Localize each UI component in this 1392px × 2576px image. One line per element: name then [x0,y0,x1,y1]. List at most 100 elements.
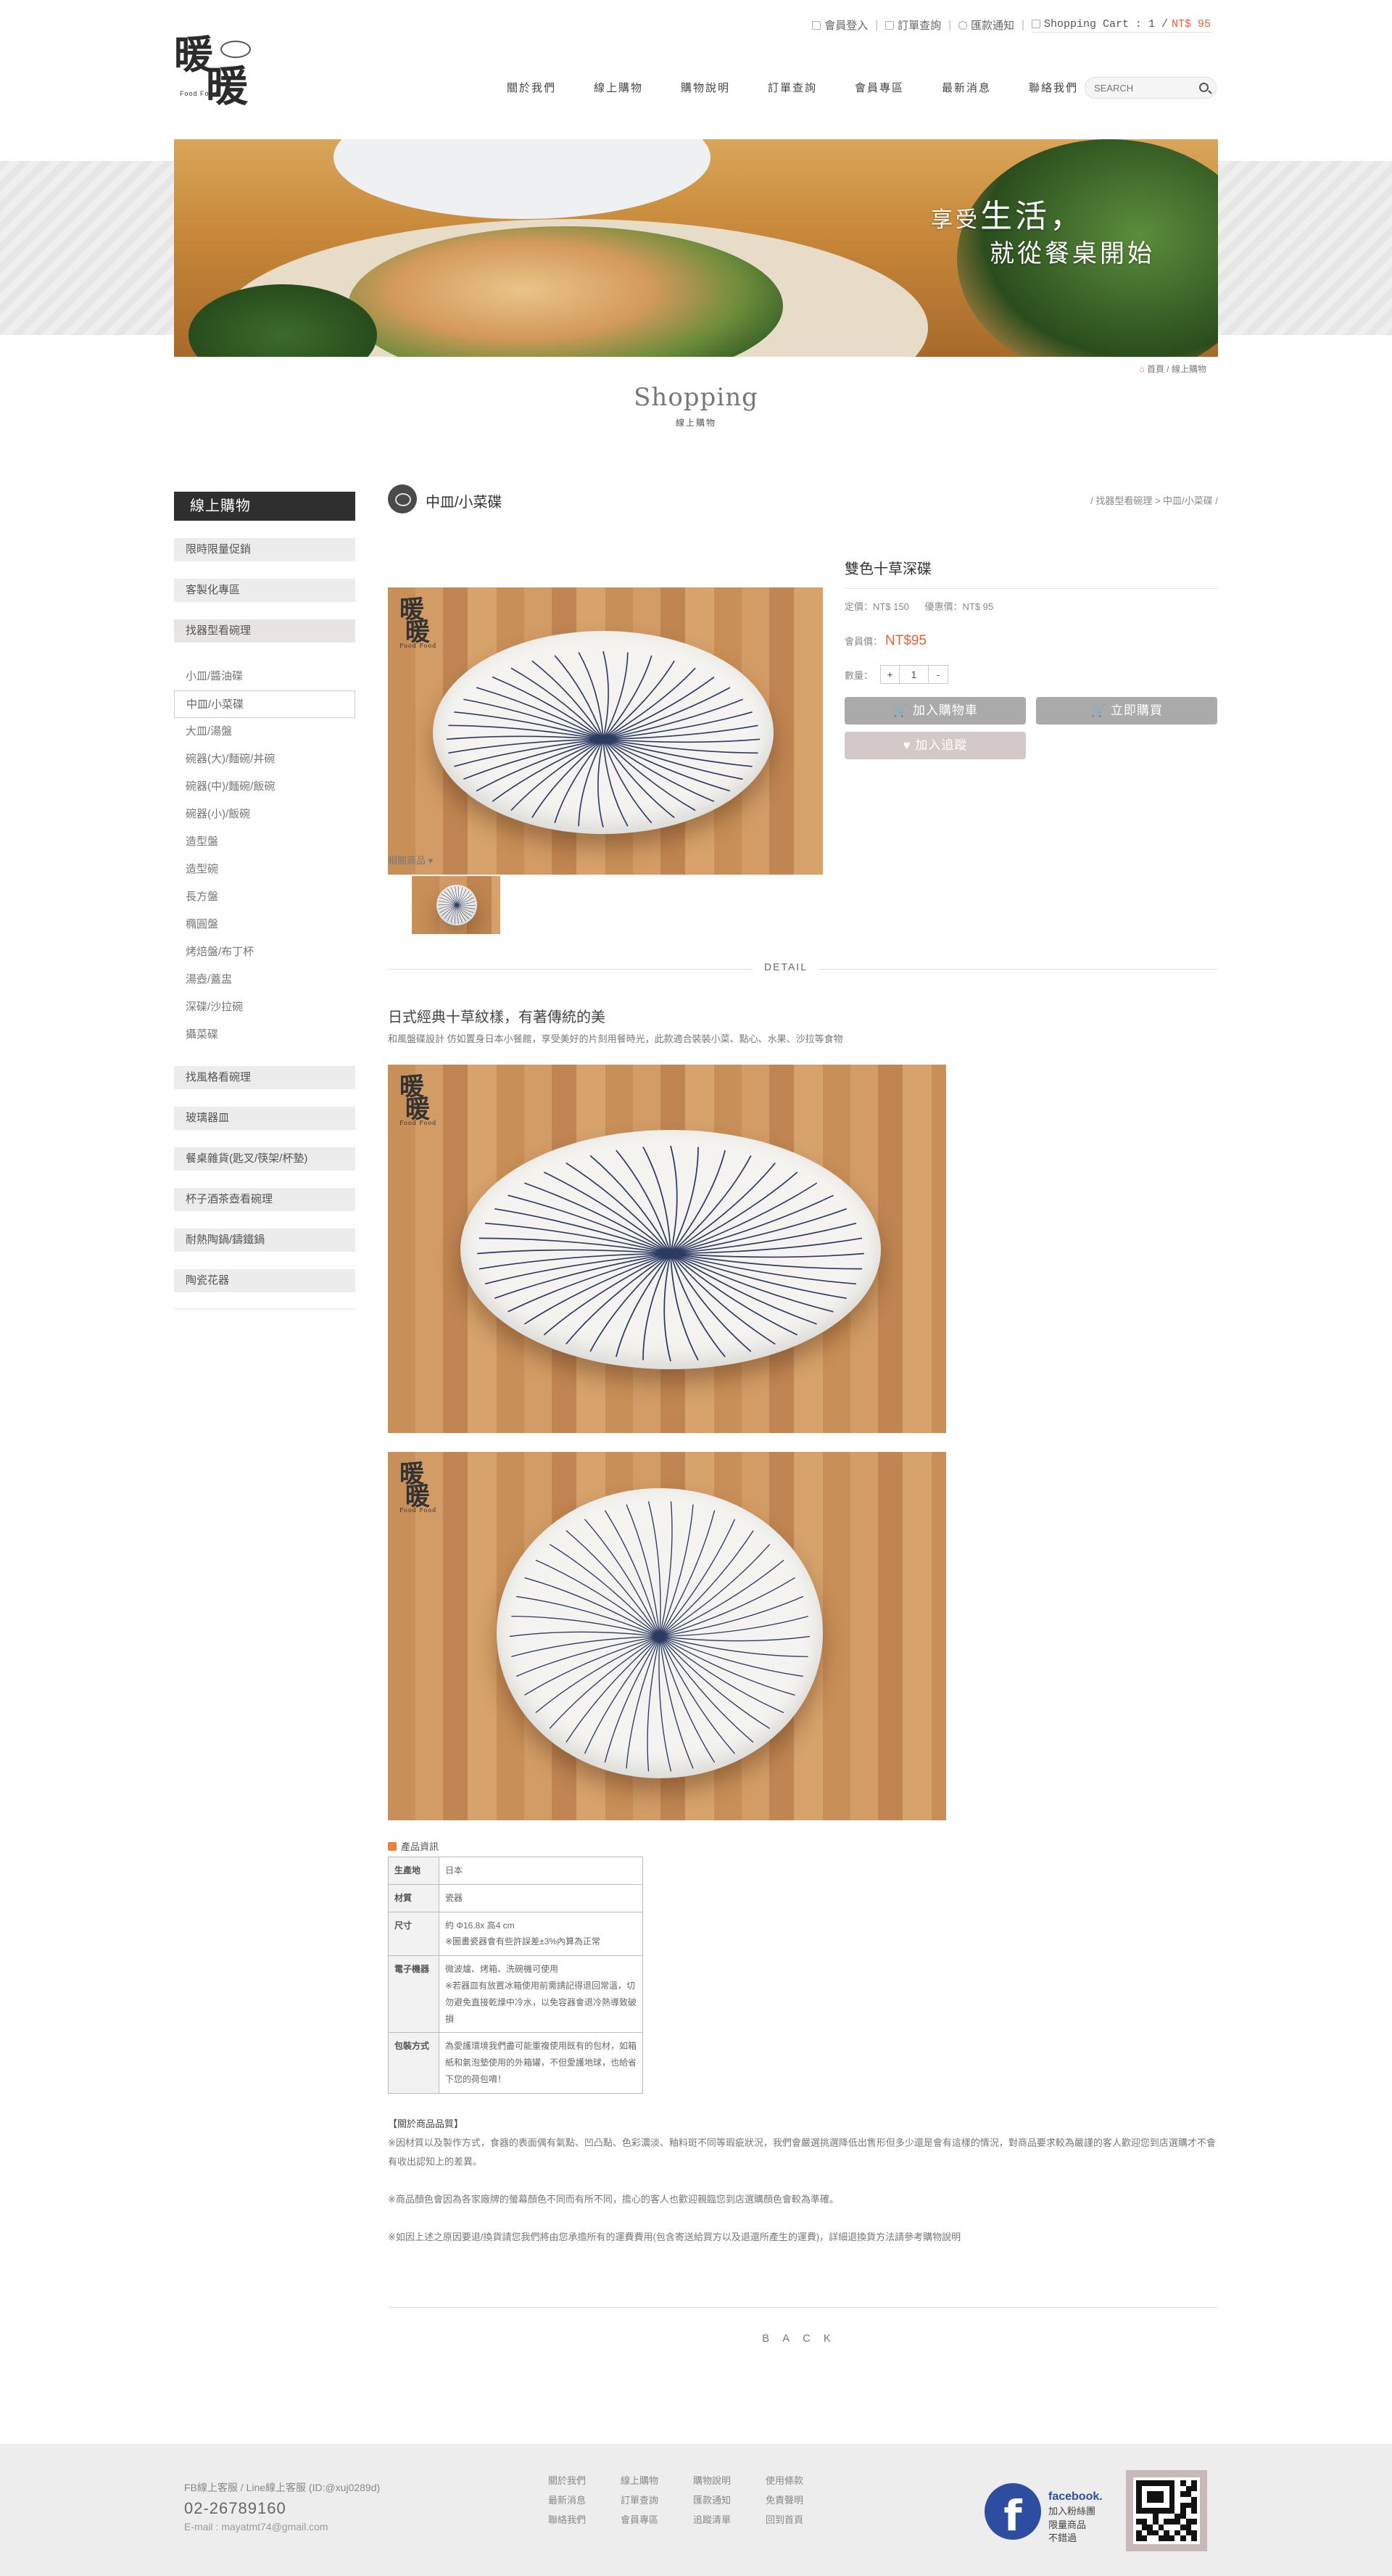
nav-shop[interactable]: 線上購物 [575,80,662,95]
sidebar-item-tableware[interactable]: 餐桌雜貨(匙叉/筷架/杯墊) [174,1147,355,1171]
footer-link[interactable]: 訂單查詢 [621,2493,693,2506]
sidebar-sub-item[interactable]: 碗器(大)/麵碗/丼碗 [174,746,355,773]
qr-module [1169,2519,1175,2525]
footer-link[interactable]: 回到首頁 [766,2512,838,2526]
sidebar-item-vases[interactable]: 陶瓷花器 [174,1269,355,1292]
search-input[interactable] [1094,80,1196,95]
qr-module [1164,2486,1169,2492]
qr-module [1186,2480,1192,2486]
table-row: 材質 瓷器 [388,1883,643,1912]
footer-link[interactable]: 購物說明 [693,2473,766,2487]
sidebar-sub-item[interactable]: 橢圓盤 [174,911,355,938]
spec-key: 材質 [388,1883,439,1912]
order-query-link[interactable]: 訂單查詢 [885,17,941,33]
nav-contact[interactable]: 聯絡我們 [1010,80,1097,95]
member-login-link[interactable]: 會員登入 [812,17,868,33]
qr-module [1185,2530,1192,2536]
sidebar-sub-item[interactable]: 碗器(小)/飯碗 [174,801,355,828]
product-detail-image: 暖 暖 Food Food [388,1452,946,1820]
back-button[interactable]: BACK [388,2332,1218,2345]
quantity-row: 數量： + 1 - [845,665,1218,684]
sidebar-item-custom[interactable]: 客製化專區 [174,579,355,602]
related-products-toggle[interactable]: 相關商品 ▾ [388,853,433,867]
qr-module [1191,2496,1197,2503]
buy-now-button[interactable]: 🛒 立即購買 [1036,697,1217,724]
sidebar-sub-item[interactable]: 攝菜碟 [174,1021,355,1049]
sidebar-item-cups[interactable]: 杯子酒茶壺看碗理 [174,1188,355,1211]
plate-line [456,904,474,913]
footer-link[interactable]: 關於我們 [548,2473,621,2487]
footer-link[interactable]: 使用條款 [766,2473,838,2487]
sidebar-sub-item[interactable]: 碗器(中)/麵碗/飯碗 [174,773,355,801]
sidebar-sub-item[interactable]: 大皿/湯盤 [174,718,355,746]
quantity-input[interactable]: 1 [900,666,929,683]
sidebar-item-pots[interactable]: 耐熱陶鍋/鑄鐵鍋 [174,1229,355,1252]
qr-module [1180,2535,1186,2541]
table-row: 包裝方式 為愛護環境我們盡可能重複使用既有的包材，如箱紙和氣泡墊使用的外箱罐，不但… [388,2032,643,2094]
watermark-logo: 暖 暖 Food Food [399,1073,437,1127]
breadcrumb-home[interactable]: 首頁 [1147,364,1164,374]
quantity-plus-button[interactable]: + [881,666,900,683]
site-logo[interactable]: 暖 暖 Food Food [174,35,268,115]
nav-member[interactable]: 會員專區 [836,80,923,95]
add-to-cart-button[interactable]: 🛒 加入購物車 [845,697,1026,724]
sidebar-sub-item[interactable]: 小皿/醬油碟 [174,663,355,690]
nav-orders[interactable]: 訂單查詢 [749,80,836,95]
spec-key: 尺寸 [388,1911,439,1957]
sidebar-sub-item-selected[interactable]: 中皿/小菜碟 [174,690,355,718]
member-price-label: 會員價： [845,636,883,647]
plate-line [659,1636,694,1769]
plate-line [602,651,609,740]
sidebar-sub-item[interactable]: 長方盤 [174,883,355,911]
sidebar-item-promo[interactable]: 限時限量促銷 [174,538,355,561]
footer-link[interactable]: 線上購物 [621,2473,693,2487]
add-to-favorites-button[interactable]: ♥ 加入追蹤 [845,732,1026,759]
plate-line [659,1577,795,1638]
qr-module [1141,2508,1148,2514]
facebook-promo[interactable]: facebook. 加入粉絲團 限量商品 不錯過 [1048,2489,1103,2545]
plate-line [589,1252,671,1352]
sidebar-item-by-shape[interactable]: 找器型看碗理 [174,619,355,643]
plate-line [454,904,457,924]
nav-news[interactable]: 最新消息 [923,80,1010,95]
footer-link[interactable]: 最新消息 [548,2493,621,2506]
nav-guide[interactable]: 購物說明 [662,80,749,95]
sidebar-sub-item[interactable]: 造型盤 [174,828,355,856]
qr-module [1186,2514,1192,2519]
related-products-label: 相關商品 [388,855,426,866]
quantity-minus-button[interactable]: - [929,666,948,683]
spec-key: 電子機器 [388,1955,439,2034]
nav-about[interactable]: 關於我們 [488,80,575,95]
footer-link[interactable]: 追蹤清單 [693,2512,766,2526]
footer-link[interactable]: 會員專區 [621,2512,693,2526]
sidebar-sub-item[interactable]: 深碟/沙拉碗 [174,994,355,1021]
qr-module [1174,2508,1180,2514]
qr-module [1164,2503,1169,2509]
footer-link[interactable]: 聯絡我們 [548,2512,621,2526]
sidebar-sub-item[interactable]: 湯壺/蓋盅 [174,966,355,994]
plate-line [604,1510,660,1637]
qr-module [1164,2525,1169,2530]
plate-line [602,738,675,819]
notes-paragraph: ※因材質以及製作方式，食器的表面偶有氣點、凹凸點、色彩濃淡、釉料斑不同等瑕疵狀況… [388,2137,1216,2167]
slogan-big: 生活， [980,199,1085,234]
remittance-link[interactable]: 匯款通知 [958,17,1014,33]
sidebar-sub-item[interactable]: 造型碗 [174,856,355,883]
search-icon[interactable] [1199,83,1209,92]
shopping-cart-link[interactable]: Shopping Cart : 1 / NT$ 95 [1031,18,1211,33]
sidebar-item-glass[interactable]: 玻璃器皿 [174,1107,355,1130]
table-row: 生產地 日本 [388,1857,643,1885]
related-product-thumb[interactable] [412,876,500,934]
footer-link[interactable]: 匯款通知 [693,2493,766,2506]
sidebar-sub-item[interactable]: 烤焙盤/布丁杯 [174,938,355,966]
sidebar-item-by-style[interactable]: 找風格看碗理 [174,1066,355,1089]
email-address[interactable]: E-mail : mayatmt74@gmail.com [184,2521,380,2532]
qr-module [1152,2530,1159,2536]
footer-link[interactable]: 免責聲明 [766,2493,838,2506]
product-main-image[interactable]: 暖 暖 Food Food [388,587,823,875]
breadcrumb-current[interactable]: 線上購物 [1172,364,1206,374]
facebook-icon[interactable]: f [985,2483,1041,2540]
qr-module [1164,2480,1169,2486]
category-breadcrumb[interactable]: / 找器型看碗理 > 中皿/小菜碟 / [1090,493,1218,507]
plate-line [535,1559,660,1637]
